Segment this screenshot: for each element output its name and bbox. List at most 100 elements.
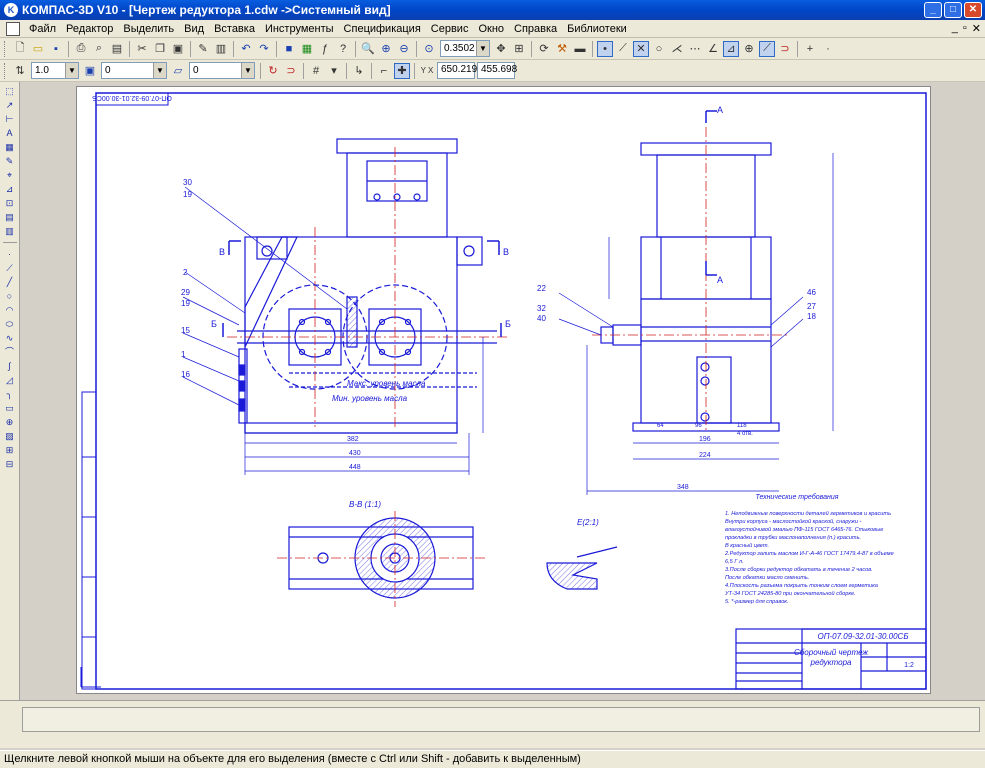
document-icon[interactable] xyxy=(6,21,20,36)
spline-icon[interactable]: ∫ xyxy=(3,360,17,372)
select-tool-icon[interactable]: ⬚ xyxy=(3,85,17,97)
rectangle-icon[interactable]: ▭ xyxy=(3,402,17,414)
polyline-icon[interactable]: ⌒ xyxy=(3,346,17,358)
copy-icon[interactable]: ❐ xyxy=(152,41,168,57)
zoom-combo[interactable]: 0.3502 ▼ xyxy=(440,40,490,57)
snap-midpoint-icon[interactable]: ⊿ xyxy=(723,40,739,57)
dropdown-arrow-icon[interactable]: ▼ xyxy=(153,63,166,78)
cursor-x-field[interactable]: 650.219 xyxy=(437,62,477,79)
paste-icon[interactable]: ▣ xyxy=(170,41,186,57)
open-folder-icon[interactable]: ▭ xyxy=(30,41,46,57)
object-properties-icon[interactable]: ▥ xyxy=(213,41,229,57)
dimension-tool-icon[interactable]: ⊢ xyxy=(3,113,17,125)
ellipse-icon[interactable]: ⬭ xyxy=(3,318,17,330)
snap-more-icon[interactable]: · xyxy=(820,41,836,57)
maximize-button[interactable]: □ xyxy=(944,2,962,18)
minimize-button[interactable]: _ xyxy=(924,2,942,18)
collection-icon[interactable]: ⊟ xyxy=(3,458,17,470)
view-combo[interactable]: 0 ▼ xyxy=(189,62,255,79)
spec-tool-icon[interactable]: ▤ xyxy=(3,211,17,223)
menu-view[interactable]: Вид xyxy=(179,20,209,38)
cut-icon[interactable]: ✂ xyxy=(134,41,150,57)
ortho-icon[interactable]: ⌐ xyxy=(376,63,392,79)
snap-angle-icon[interactable]: ∠ xyxy=(705,41,721,57)
magnet-icon[interactable]: ⊃ xyxy=(777,41,793,57)
dropdown-arrow-icon[interactable]: ▼ xyxy=(476,41,489,56)
print-preview-icon[interactable]: ⌕ xyxy=(91,41,107,57)
tools-icon[interactable]: ⚒ xyxy=(554,41,570,57)
menu-service[interactable]: Сервис xyxy=(426,20,474,38)
layers-icon[interactable]: ▬ xyxy=(572,41,588,57)
fillet-icon[interactable]: ╮ xyxy=(3,388,17,400)
layer-combo[interactable]: 0 ▼ xyxy=(101,62,167,79)
edit-tool-icon[interactable]: ✎ xyxy=(3,155,17,167)
snap-grid-icon[interactable]: ⋯ xyxy=(687,41,703,57)
menu-file[interactable]: Файл xyxy=(24,20,61,38)
menu-edit[interactable]: Редактор xyxy=(61,20,118,38)
snap-point-icon[interactable]: • xyxy=(597,40,613,57)
menu-select[interactable]: Выделить xyxy=(118,20,179,38)
segment-icon[interactable]: ╱ xyxy=(3,276,17,288)
toolbar-grip[interactable] xyxy=(4,62,7,79)
menu-insert[interactable]: Вставка xyxy=(209,20,260,38)
local-cs-icon[interactable]: ↳ xyxy=(351,63,367,79)
pan-icon[interactable]: ✥ xyxy=(493,41,509,57)
select-mode-icon[interactable]: ⊡ xyxy=(3,197,17,209)
bezier-icon[interactable]: ∿ xyxy=(3,332,17,344)
notation-tool-icon[interactable]: A xyxy=(3,127,17,139)
snap-center-icon[interactable]: ⊕ xyxy=(741,41,757,57)
toolbar-grip[interactable] xyxy=(4,40,7,57)
save-icon[interactable]: ▪ xyxy=(48,41,64,57)
view-state-icon[interactable]: ▱ xyxy=(170,63,186,79)
cursor-y-field[interactable]: 455.698 xyxy=(477,62,517,79)
circle-icon[interactable]: ○ xyxy=(3,290,17,302)
snap-line-icon[interactable]: ⟋ xyxy=(759,40,775,57)
dropdown-arrow-icon[interactable]: ▼ xyxy=(65,63,78,78)
menu-specification[interactable]: Спецификация xyxy=(339,20,426,38)
measure-tool-icon[interactable]: ⊿ xyxy=(3,183,17,195)
drawing-sheet[interactable]: ОП-07.09-32.01-30.00СБ Макс. уровень мас… xyxy=(76,86,931,694)
round-icon[interactable]: ✚ xyxy=(394,62,410,79)
menu-libraries[interactable]: Библиотеки xyxy=(562,20,632,38)
new-document-icon[interactable]: 🗋 xyxy=(12,41,28,57)
doc-close-button[interactable]: ✕ xyxy=(972,22,981,35)
doc-minimize-button[interactable]: _ xyxy=(952,22,958,35)
snap-intersect-icon[interactable]: ✕ xyxy=(633,40,649,57)
reports-tool-icon[interactable]: ▥ xyxy=(3,225,17,237)
snap-end-icon[interactable]: ⟋ xyxy=(615,41,631,57)
arc-icon[interactable]: ◠ xyxy=(3,304,17,316)
zoom-in-icon[interactable]: ⊕ xyxy=(378,41,394,57)
property-panel-field[interactable] xyxy=(22,707,980,732)
doc-restore-button[interactable]: ▫ xyxy=(963,22,967,35)
contour-icon[interactable]: ⊞ xyxy=(3,444,17,456)
aux-line-icon[interactable]: ⟋ xyxy=(3,262,17,274)
snap-normal-icon[interactable]: ⋌ xyxy=(669,41,685,57)
geometry-tool-icon[interactable]: ↗ xyxy=(3,99,17,111)
close-button[interactable]: ✕ xyxy=(964,2,982,18)
zoom-out-icon[interactable]: ⊖ xyxy=(396,41,412,57)
zoom-scale-icon[interactable]: ⊙ xyxy=(421,41,437,57)
menu-help[interactable]: Справка xyxy=(509,20,562,38)
parametrize-tool-icon[interactable]: ⌖ xyxy=(3,169,17,181)
format-brush-icon[interactable]: ✎ xyxy=(195,41,211,57)
menu-tools[interactable]: Инструменты xyxy=(260,20,339,38)
zoom-window-icon[interactable]: 🔍 xyxy=(360,41,376,57)
variables-icon[interactable]: ƒ xyxy=(317,41,333,57)
snap-off-icon[interactable]: + xyxy=(802,41,818,57)
grid-dropdown-icon[interactable]: ▾ xyxy=(326,63,342,79)
drawing-canvas[interactable]: ОП-07.09-32.01-30.00СБ Макс. уровень мас… xyxy=(21,82,985,700)
hatch-icon[interactable]: ▨ xyxy=(3,430,17,442)
layer-state-icon[interactable]: ▣ xyxy=(82,63,98,79)
undo-icon[interactable]: ↶ xyxy=(238,41,254,57)
show-all-icon[interactable]: ⊞ xyxy=(511,41,527,57)
menu-window[interactable]: Окно xyxy=(473,20,509,38)
redo-icon[interactable]: ↷ xyxy=(256,41,272,57)
rotate-icon[interactable]: ↻ xyxy=(265,63,281,79)
help-pointer-icon[interactable]: ? xyxy=(335,41,351,57)
outline-icon[interactable]: ⊕ xyxy=(3,416,17,428)
print-icon[interactable]: ⎙ xyxy=(73,41,89,57)
properties-icon[interactable]: ▤ xyxy=(109,41,125,57)
step-combo[interactable]: 1.0 ▼ xyxy=(31,62,79,79)
library-icon[interactable]: ▦ xyxy=(299,41,315,57)
snap-tangent-icon[interactable]: ○ xyxy=(651,41,667,57)
